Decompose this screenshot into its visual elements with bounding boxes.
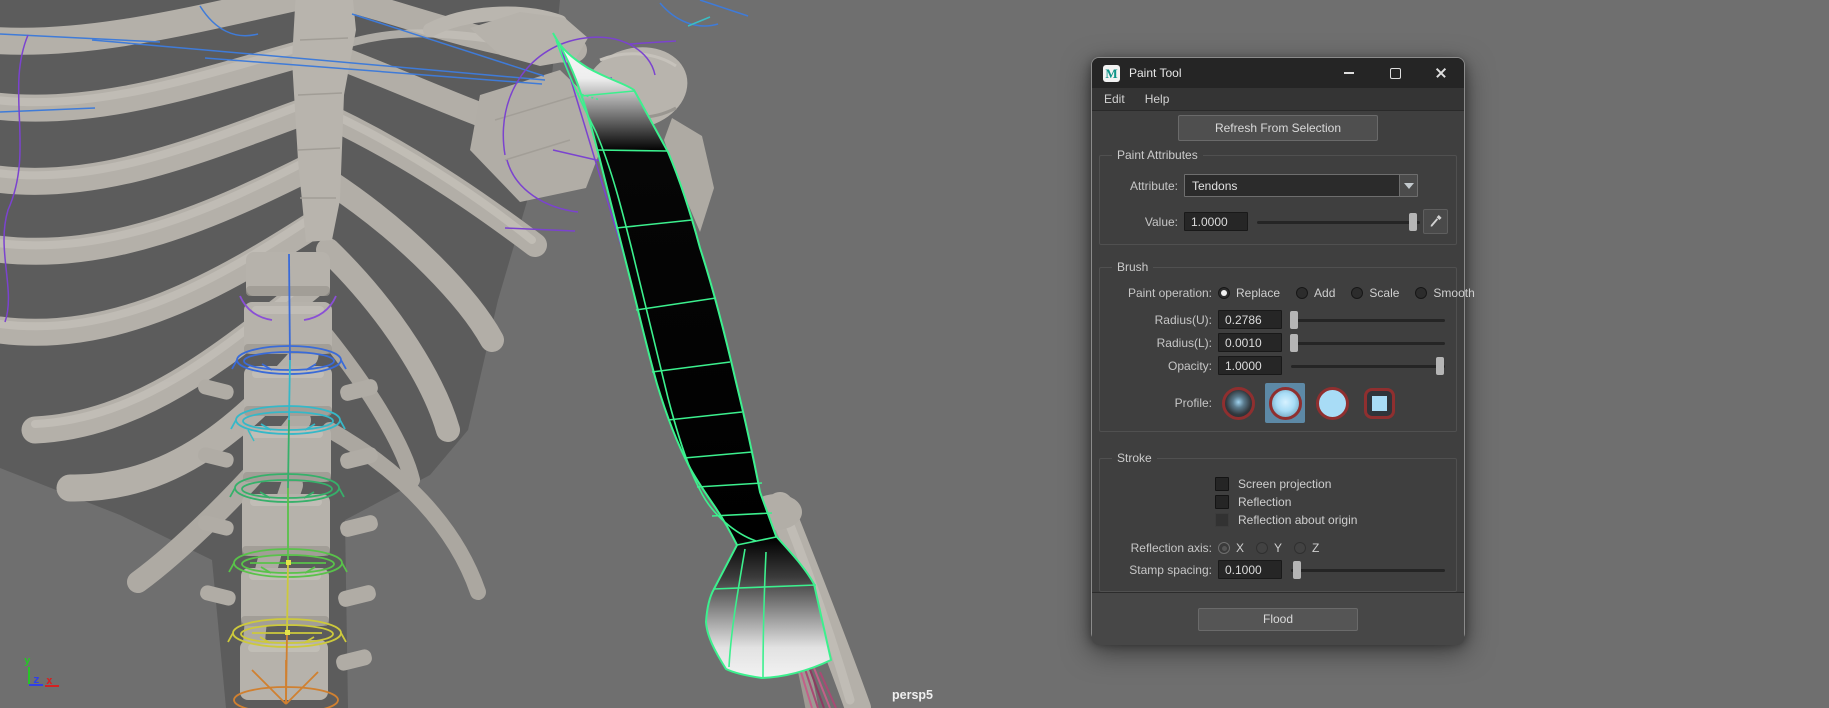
reflection-checkbox[interactable] xyxy=(1215,495,1229,509)
dialog-footer: Flood xyxy=(1092,592,1464,645)
close-icon xyxy=(1435,67,1447,79)
eyedropper-button[interactable] xyxy=(1423,209,1448,234)
opacity-slider[interactable] xyxy=(1291,357,1445,375)
value-label: Value: xyxy=(1108,215,1184,229)
brush-label: Brush xyxy=(1112,260,1153,274)
soft-dark-brush-icon xyxy=(1222,387,1255,420)
menu-help[interactable]: Help xyxy=(1145,92,1170,106)
square-brush-icon xyxy=(1364,388,1395,419)
maya-viewport-stage: y z x persp5 M Paint Tool Edit Help Refr… xyxy=(0,0,1829,708)
radio-axis-x: X xyxy=(1218,541,1244,555)
chevron-down-icon xyxy=(1404,183,1414,189)
radio-axis-y-dot xyxy=(1256,542,1268,554)
reflection-axis-label: Reflection axis: xyxy=(1108,541,1218,555)
stroke-label: Stroke xyxy=(1112,451,1157,465)
reflection-row[interactable]: Reflection xyxy=(1215,493,1448,511)
profile-soft-blue-button[interactable] xyxy=(1265,383,1305,423)
radius-l-slider[interactable] xyxy=(1291,334,1445,352)
viewport-3d-canvas[interactable]: y z x persp5 xyxy=(0,0,1829,708)
value-slider-handle[interactable] xyxy=(1409,213,1417,231)
radius-u-slider[interactable] xyxy=(1291,311,1445,329)
refresh-from-selection-button[interactable]: Refresh From Selection xyxy=(1178,115,1378,141)
radio-scale[interactable]: Scale xyxy=(1351,286,1399,300)
stamp-spacing-slider-handle[interactable] xyxy=(1293,561,1301,579)
camera-label: persp5 xyxy=(892,688,933,702)
attribute-dropdown[interactable]: Tendons xyxy=(1184,174,1418,197)
maximize-button[interactable] xyxy=(1372,58,1418,88)
opacity-slider-handle[interactable] xyxy=(1436,357,1444,375)
radio-axis-z: Z xyxy=(1294,541,1319,555)
radio-axis-x-dot xyxy=(1218,542,1230,554)
profile-solid-circle-button[interactable] xyxy=(1312,383,1352,423)
paint-tool-window: M Paint Tool Edit Help Refresh From Sele… xyxy=(1091,57,1465,641)
stamp-spacing-label: Stamp spacing: xyxy=(1108,563,1218,577)
paint-operation-label: Paint operation: xyxy=(1108,286,1218,300)
radio-axis-z-dot xyxy=(1294,542,1306,554)
solid-circle-brush-icon xyxy=(1316,387,1349,420)
stamp-spacing-input[interactable] xyxy=(1218,560,1282,579)
radio-smooth[interactable]: Smooth xyxy=(1415,286,1474,300)
opacity-input[interactable] xyxy=(1218,356,1282,375)
profile-square-button[interactable] xyxy=(1359,383,1399,423)
profile-soft-dark-button[interactable] xyxy=(1218,383,1258,423)
maximize-icon xyxy=(1390,68,1401,79)
radio-replace-dot xyxy=(1218,287,1230,299)
window-title: Paint Tool xyxy=(1129,66,1181,80)
radio-axis-y: Y xyxy=(1256,541,1282,555)
menu-edit[interactable]: Edit xyxy=(1104,92,1125,106)
dropdown-arrow-button[interactable] xyxy=(1399,175,1417,196)
attribute-value: Tendons xyxy=(1185,175,1399,196)
reflection-about-origin-checkbox xyxy=(1215,513,1229,527)
value-slider[interactable] xyxy=(1257,213,1420,231)
stamp-spacing-slider[interactable] xyxy=(1291,561,1445,579)
radio-replace[interactable]: Replace xyxy=(1218,286,1280,300)
soft-blue-brush-icon xyxy=(1269,387,1302,420)
radio-smooth-dot xyxy=(1415,287,1427,299)
dialog-content: Refresh From Selection Paint Attributes … xyxy=(1092,111,1464,592)
radius-u-slider-handle[interactable] xyxy=(1290,311,1298,329)
radio-add[interactable]: Add xyxy=(1296,286,1335,300)
radius-u-input[interactable] xyxy=(1218,310,1282,329)
value-input[interactable] xyxy=(1184,212,1248,231)
window-menubar: Edit Help xyxy=(1092,88,1464,111)
opacity-label: Opacity: xyxy=(1108,359,1218,373)
close-button[interactable] xyxy=(1418,58,1464,88)
paint-attributes-label: Paint Attributes xyxy=(1112,148,1203,162)
window-titlebar[interactable]: M Paint Tool xyxy=(1092,58,1464,88)
radius-l-slider-handle[interactable] xyxy=(1290,334,1298,352)
profile-label: Profile: xyxy=(1108,396,1218,410)
brush-section: Brush Paint operation: Replace Add Scale xyxy=(1099,267,1457,432)
paint-attributes-section: Paint Attributes Attribute: Tendons Valu… xyxy=(1099,155,1457,245)
radius-u-label: Radius(U): xyxy=(1108,313,1218,327)
radio-add-dot xyxy=(1296,287,1308,299)
screen-projection-checkbox[interactable] xyxy=(1215,477,1229,491)
minimize-icon xyxy=(1344,72,1354,74)
eyedropper-icon xyxy=(1428,214,1443,229)
radius-l-input[interactable] xyxy=(1218,333,1282,352)
reflection-about-origin-row: Reflection about origin xyxy=(1215,511,1448,529)
stroke-section: Stroke Screen projection Reflection Refl… xyxy=(1099,458,1457,592)
screen-projection-row[interactable]: Screen projection xyxy=(1215,475,1448,493)
radius-l-label: Radius(L): xyxy=(1108,336,1218,350)
radio-scale-dot xyxy=(1351,287,1363,299)
minimize-button[interactable] xyxy=(1326,58,1372,88)
maya-logo-icon: M xyxy=(1103,65,1120,82)
flood-button[interactable]: Flood xyxy=(1198,608,1358,631)
attribute-label: Attribute: xyxy=(1108,179,1184,193)
axis-y-label: y xyxy=(24,654,31,667)
